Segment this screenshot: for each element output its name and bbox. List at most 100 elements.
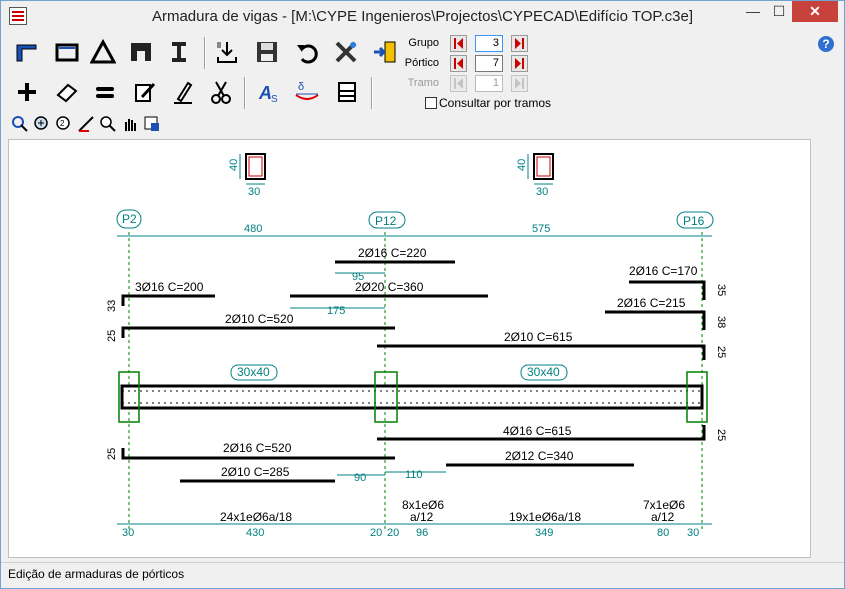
consultar-label: Consultar por tramos <box>439 96 552 110</box>
sdim-30a: 30 <box>122 527 134 539</box>
tramo-field: 1 <box>475 75 503 92</box>
view-settings-icon[interactable] <box>143 115 161 133</box>
column-p12: P12 <box>375 214 397 228</box>
maximize-button[interactable]: ☐ <box>766 1 792 22</box>
portico-label: Pórtico <box>404 57 439 69</box>
dim-175: 175 <box>327 305 345 317</box>
grupo-label: Grupo <box>408 37 439 49</box>
portico-field[interactable]: 7 <box>475 55 503 72</box>
status-bar: Edição de armaduras de pórticos <box>1 562 844 588</box>
bottom-bar-2: 2Ø16 C=520 <box>223 441 292 455</box>
top-bar-2: 3Ø16 C=200 <box>135 280 204 294</box>
tools-icon[interactable] <box>330 37 362 67</box>
top-bar-3: 2Ø20 C=360 <box>355 280 424 294</box>
svg-text:S: S <box>271 94 278 105</box>
consultar-checkbox[interactable] <box>425 97 437 109</box>
section-right-width: 30 <box>536 186 548 198</box>
top-bar-7: 2Ø10 C=615 <box>504 330 573 344</box>
beam-l-section-icon[interactable] <box>11 37 43 67</box>
svg-text:2: 2 <box>60 119 65 128</box>
top-bar-1: 2Ø16 C=220 <box>358 246 427 260</box>
section-left: 40 30 <box>228 153 266 198</box>
sdim-96: 96 <box>416 527 428 539</box>
stirrup-2b: a/12 <box>410 510 434 524</box>
close-button[interactable]: ✕ <box>792 1 838 22</box>
sdim-30b: 30 <box>687 527 699 539</box>
toolbar: AS δ 2 Grupo 3 Pórtico 7 Tramo 1 Consult… <box>1 31 844 139</box>
eraser-icon[interactable] <box>51 77 83 107</box>
add-icon[interactable] <box>11 77 43 107</box>
column-p16: P16 <box>683 214 705 228</box>
undo-icon[interactable] <box>291 37 323 67</box>
main-window: Armadura de vigas - [M:\CYPE Ingenieros\… <box>0 0 845 589</box>
column-p2: P2 <box>122 212 137 226</box>
section-left-height: 40 <box>228 159 240 171</box>
deflection-icon[interactable]: δ <box>291 77 323 107</box>
grupo-prev-button[interactable] <box>450 35 467 52</box>
tramo-prev-button <box>450 75 467 92</box>
portico-prev-button[interactable] <box>450 55 467 72</box>
beam-label-1: 30x40 <box>237 365 270 379</box>
window-title: Armadura de vigas - [M:\CYPE Ingenieros\… <box>151 8 694 25</box>
section-right: 40 30 <box>516 153 554 198</box>
printer-icon[interactable] <box>331 77 363 107</box>
dim-90: 90 <box>354 472 366 484</box>
bottom-bar-4: 2Ø10 C=285 <box>221 465 290 479</box>
stirrup-3: 19x1eØ6a/18 <box>509 510 581 524</box>
toolbar-separator <box>204 37 206 69</box>
side-dim-25-right: 25 <box>715 346 727 358</box>
beam-label-2: 30x40 <box>527 365 560 379</box>
i-beam-icon[interactable] <box>163 37 195 67</box>
zoom-window-icon[interactable] <box>11 115 29 133</box>
side-dim-25b: 25 <box>715 429 727 441</box>
right-panel <box>811 139 844 558</box>
section-right-height: 40 <box>516 159 528 171</box>
minimize-button[interactable]: — <box>740 1 766 22</box>
edit-icon[interactable] <box>129 77 161 107</box>
equal-icon[interactable] <box>89 77 121 107</box>
pan-icon[interactable] <box>121 115 139 133</box>
save-icon[interactable] <box>251 37 283 67</box>
toolbar-separator <box>244 77 246 109</box>
bottom-bar-3: 2Ø12 C=340 <box>505 449 574 463</box>
top-bar-5: 2Ø16 C=215 <box>617 296 686 310</box>
span-2: 575 <box>532 223 550 235</box>
t-section-icon[interactable] <box>125 37 157 67</box>
top-bar-4: 2Ø16 C=170 <box>629 264 698 278</box>
zoom-icon[interactable] <box>99 115 117 133</box>
status-text: Edição de armaduras de pórticos <box>8 567 185 581</box>
tramo-label: Tramo <box>407 77 439 89</box>
top-bar-6: 2Ø10 C=520 <box>225 312 294 326</box>
stirrup-1: 24x1eØ6a/18 <box>220 510 292 524</box>
svg-text:A: A <box>258 83 272 103</box>
sdim-20a: 20 <box>370 527 382 539</box>
pen-icon[interactable] <box>167 77 199 107</box>
zoom-previous-icon[interactable]: 2 <box>55 115 73 133</box>
span-1: 480 <box>244 223 262 235</box>
dim-95: 95 <box>352 271 364 283</box>
side-dim-35: 35 <box>715 284 727 296</box>
import-icon[interactable] <box>211 37 243 67</box>
portico-next-button[interactable] <box>511 55 528 72</box>
title-bar: Armadura de vigas - [M:\CYPE Ingenieros\… <box>1 1 844 31</box>
side-dim-33: 33 <box>106 300 118 312</box>
sdim-430: 430 <box>246 527 264 539</box>
sdim-349: 349 <box>535 527 553 539</box>
dim-110: 110 <box>405 469 423 481</box>
side-dim-25: 25 <box>106 330 118 342</box>
triangle-icon[interactable] <box>87 37 119 67</box>
tramo-next-button <box>511 75 528 92</box>
zoom-all-icon[interactable] <box>33 115 51 133</box>
help-icon[interactable]: ? <box>818 36 834 52</box>
rectangle-section-icon[interactable] <box>51 37 83 67</box>
grupo-next-button[interactable] <box>511 35 528 52</box>
section-left-width: 30 <box>248 186 260 198</box>
measure-icon[interactable] <box>77 115 95 133</box>
drawing-canvas[interactable]: 40 30 40 30 P2 P12 P16 480 575 2Ø16 C=22… <box>8 139 811 558</box>
sdim-20b: 20 <box>387 527 399 539</box>
toolbar-separator <box>371 77 373 109</box>
side-dim-25c: 25 <box>106 448 118 460</box>
cut-icon[interactable] <box>205 77 237 107</box>
text-style-icon[interactable]: AS <box>253 77 285 107</box>
grupo-field[interactable]: 3 <box>475 35 503 52</box>
